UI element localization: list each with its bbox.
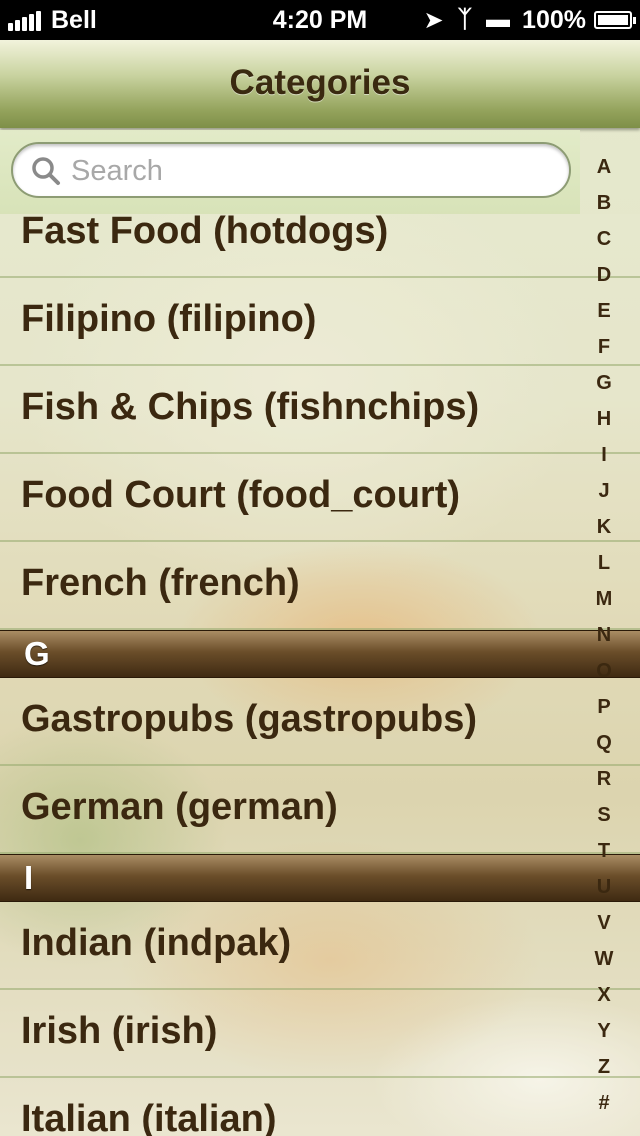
battery-percent: 100% — [522, 5, 586, 34]
list-item-label: German (german) — [21, 786, 338, 828]
bluetooth-icon: ᛉ — [457, 6, 473, 33]
index-letter[interactable]: K — [584, 516, 624, 539]
index-letter[interactable]: Y — [584, 1020, 624, 1043]
index-letter[interactable]: S — [584, 804, 624, 827]
list-item[interactable]: Indian (indpak) — [0, 902, 640, 990]
list-item-label: Gastropubs (gastropubs) — [21, 698, 478, 740]
index-letter[interactable]: L — [584, 552, 624, 575]
index-letter[interactable]: X — [584, 984, 624, 1007]
search-icon — [32, 157, 60, 185]
section-index[interactable]: A B C D E F G H I J K L M N O P Q R S T U V W X Y Z # — [584, 150, 624, 1130]
list-item[interactable]: Fish & Chips (fishnchips) — [0, 366, 640, 454]
location-arrow-icon: ➤ — [423, 6, 444, 34]
screen: Bell 4:20 PM ➤ ᛉ ▬ 100% Categories Fast … — [0, 0, 640, 1136]
list-item[interactable]: Food Court (food_court) — [0, 454, 640, 542]
category-list[interactable]: Fast Food (hotdogs) Filipino (filipino) Fi… — [0, 214, 640, 1136]
list-item[interactable]: French (french) — [0, 542, 640, 630]
section-header: G — [0, 630, 640, 678]
list-item-label: Indian (indpak) — [21, 922, 292, 964]
list-item-label: Food Court (food_court) — [21, 474, 461, 516]
navigation-bar: Categories — [0, 40, 640, 128]
index-letter[interactable]: E — [584, 300, 624, 323]
index-letter[interactable]: T — [584, 840, 624, 863]
battery-icon — [594, 11, 636, 29]
search-input[interactable] — [69, 144, 553, 198]
status-bar: Bell 4:20 PM ➤ ᛉ ▬ 100% — [0, 0, 640, 40]
list-item-label: Irish (irish) — [21, 1010, 218, 1052]
rotation-lock-icon: ▬ — [486, 6, 511, 33]
index-letter[interactable]: B — [584, 192, 624, 215]
index-letter[interactable]: I — [584, 444, 624, 467]
index-letter[interactable]: # — [584, 1092, 624, 1115]
search-field[interactable] — [11, 142, 571, 198]
search-bar — [0, 130, 580, 214]
section-header-label: I — [24, 859, 34, 896]
index-letter[interactable]: V — [584, 912, 624, 935]
list-item-label: French (french) — [21, 562, 300, 604]
list-item[interactable]: Fast Food (hotdogs) — [0, 214, 640, 278]
list-item[interactable]: Gastropubs (gastropubs) — [0, 678, 640, 766]
list-item-label: Fast Food (hotdogs) — [21, 214, 389, 252]
index-letter[interactable]: J — [584, 480, 624, 503]
section-header-label: G — [24, 635, 50, 672]
index-letter[interactable]: W — [584, 948, 624, 971]
index-letter[interactable]: F — [584, 336, 624, 359]
index-letter[interactable]: Q — [584, 732, 624, 755]
index-letter[interactable]: D — [584, 264, 624, 287]
index-letter[interactable]: N — [584, 624, 624, 647]
index-letter[interactable]: H — [584, 408, 624, 431]
list-item-label: Fish & Chips (fishnchips) — [21, 386, 480, 428]
index-letter[interactable]: U — [584, 876, 624, 899]
index-letter[interactable]: A — [584, 156, 624, 179]
index-letter[interactable]: C — [584, 228, 624, 251]
index-letter[interactable]: Z — [584, 1056, 624, 1079]
section-header: I — [0, 854, 640, 902]
list-item[interactable]: Irish (irish) — [0, 990, 640, 1078]
list-item-label: Italian (italian) — [21, 1098, 277, 1136]
list-item[interactable]: Italian (italian) — [0, 1078, 640, 1136]
list-item[interactable]: Filipino (filipino) — [0, 278, 640, 366]
index-letter[interactable]: P — [584, 696, 624, 719]
index-letter[interactable]: R — [584, 768, 624, 791]
status-right: ➤ ᛉ ▬ 100% — [410, 0, 636, 40]
index-letter[interactable]: O — [584, 660, 624, 683]
index-letter[interactable]: M — [584, 588, 624, 611]
page-title: Categories — [229, 63, 411, 102]
list-item[interactable]: German (german) — [0, 766, 640, 854]
list-item-label: Filipino (filipino) — [21, 298, 317, 340]
index-letter[interactable]: G — [584, 372, 624, 395]
